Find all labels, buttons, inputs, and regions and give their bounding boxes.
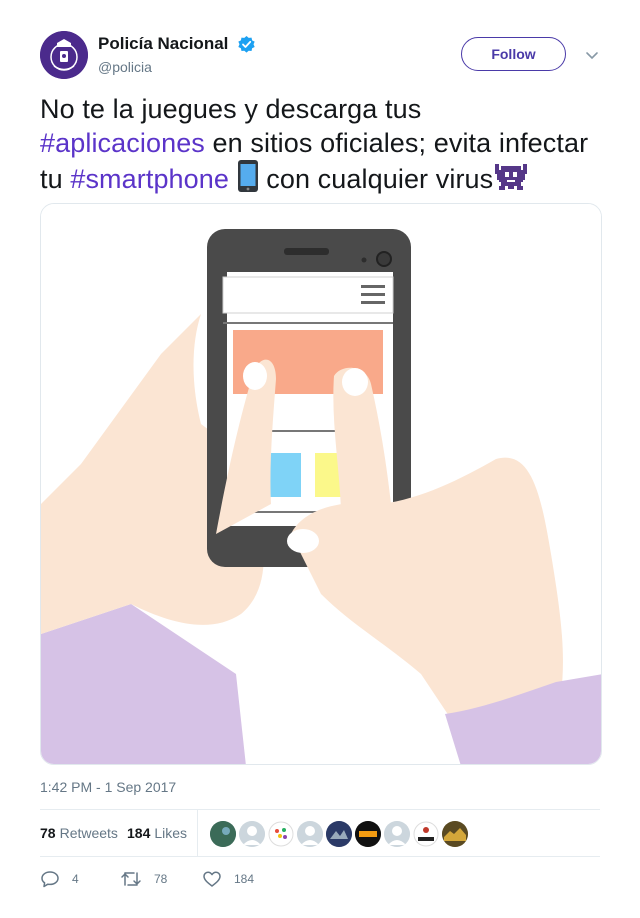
liker-avatar[interactable] [326,821,352,847]
tweet-text-part: en sitios oficiales; evita infectar [212,128,589,158]
liker-avatar[interactable] [210,821,236,847]
retweets-count: 78 [40,825,56,841]
tweet-actions: 4 78 184 [40,866,600,892]
retweets-stat[interactable]: 78 Retweets [40,825,118,841]
tweet-timestamp[interactable]: 1:42 PM - 1 Sep 2017 [40,779,176,795]
retweet-button[interactable]: 78 [120,866,167,892]
tweet-text-part: con cualquier virus [266,164,494,194]
retweet-icon [121,872,141,886]
like-icon [203,871,221,887]
reply-icon [41,871,59,888]
liker-avatar[interactable] [268,821,294,847]
reply-count: 4 [72,872,79,886]
tweet-text: No te la juegues y descarga tus #aplicac… [40,92,610,196]
likes-label: Likes [154,825,188,841]
user-handle[interactable]: @policia [98,59,256,75]
profile-avatar[interactable] [40,31,88,79]
verified-badge-icon [238,35,255,53]
hashtag-link[interactable]: #smartphone [70,164,229,194]
alien-monster-emoji [495,164,528,190]
tweet-header: Policía Nacional @policia Follow [40,31,600,79]
liker-avatar[interactable] [355,821,381,847]
tweet-media-image[interactable] [40,203,602,765]
retweet-count: 78 [154,872,168,886]
liker-avatar[interactable] [442,821,468,847]
likes-count: 184 [127,825,151,841]
likes-stat[interactable]: 184 Likes [127,825,187,841]
reply-button[interactable]: 4 [40,866,79,892]
display-name[interactable]: Policía Nacional [98,34,228,54]
retweets-label: Retweets [59,825,118,841]
follow-button[interactable]: Follow [461,37,566,71]
chevron-down-icon[interactable] [584,47,600,63]
mobile-phone-emoji [237,160,258,192]
tweet-stats: 78 Retweets 184 Likes [40,809,600,857]
stats-divider [197,810,198,856]
tweet-text-part: tu [40,164,63,194]
like-button[interactable]: 184 [202,866,254,892]
liker-avatar[interactable] [239,821,265,847]
tweet-text-part: No te la juegues y descarga tus [40,94,422,124]
liker-avatar[interactable] [297,821,323,847]
hashtag-link[interactable]: #aplicaciones [40,128,205,158]
liker-avatar[interactable] [413,821,439,847]
liker-avatar[interactable] [384,821,410,847]
like-count: 184 [234,872,255,886]
